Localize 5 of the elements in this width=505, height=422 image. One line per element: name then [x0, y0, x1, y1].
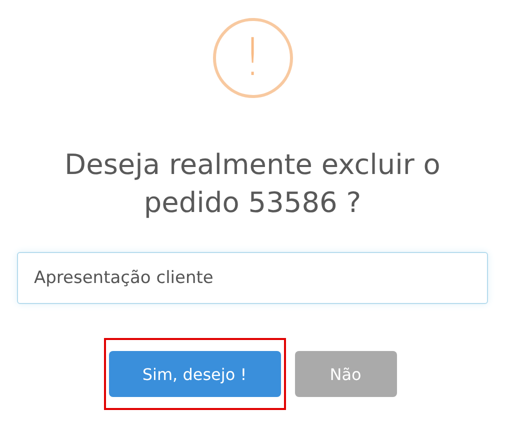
input-field[interactable]: Apresentação cliente [17, 252, 488, 304]
warning-icon: ! [212, 18, 292, 98]
confirm-button[interactable]: Sim, desejo ! [108, 351, 280, 397]
cancel-button[interactable]: Não [294, 351, 396, 397]
dialog-title: Deseja realmente excluir o pedido 53586 ? [64, 147, 442, 221]
